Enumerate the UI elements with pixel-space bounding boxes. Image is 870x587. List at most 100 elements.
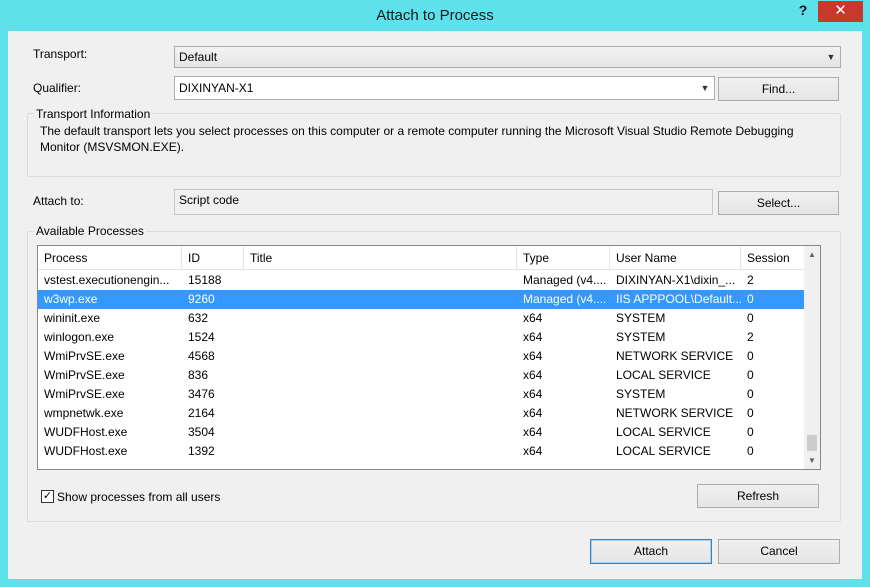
transport-dropdown[interactable]: Default ▼ — [174, 46, 841, 68]
cell-id: 3504 — [188, 425, 215, 439]
scrollbar-thumb[interactable] — [807, 435, 817, 451]
cell-session: 0 — [747, 311, 754, 325]
cell-id: 632 — [188, 311, 209, 325]
cell-id: 15188 — [188, 273, 222, 287]
cell-id: 4568 — [188, 349, 215, 363]
cell-process: wmpnetwk.exe — [44, 406, 124, 420]
cell-id: 836 — [188, 368, 209, 382]
cell-title — [244, 385, 517, 404]
cell-id: 3476 — [188, 387, 215, 401]
cell-process: vstest.executionengin... — [44, 273, 170, 287]
cell-type: x64 — [523, 368, 543, 382]
process-list-header: Process ID Title Type User Name Session — [38, 246, 805, 270]
attach-to-process-window: Attach to Process ? ✕ Transport: Default… — [0, 0, 870, 587]
cell-type: x64 — [523, 406, 543, 420]
table-row[interactable]: WmiPrvSE.exe 836 x64 LOCAL SERVICE 0 — [38, 366, 805, 385]
scroll-down-icon[interactable]: ▼ — [804, 452, 820, 469]
table-row[interactable]: WmiPrvSE.exe 3476 x64 SYSTEM 0 — [38, 385, 805, 404]
cell-user: DIXINYAN-X1\dixin_... — [616, 273, 736, 287]
cell-id: 1392 — [188, 444, 215, 458]
available-processes-title: Available Processes — [34, 224, 146, 238]
column-header-user[interactable]: User Name — [610, 246, 741, 270]
cell-session: 2 — [747, 330, 754, 344]
cell-session: 0 — [747, 368, 754, 382]
cell-id: 9260 — [188, 292, 215, 306]
table-row[interactable]: WUDFHost.exe 1392 x64 LOCAL SERVICE 0 — [38, 442, 805, 461]
help-icon[interactable]: ? — [793, 2, 813, 22]
table-row[interactable]: winlogon.exe 1524 x64 SYSTEM 2 — [38, 328, 805, 347]
cell-type: x64 — [523, 425, 543, 439]
table-row[interactable]: wmpnetwk.exe 2164 x64 NETWORK SERVICE 0 — [38, 404, 805, 423]
cell-process: wininit.exe — [44, 311, 101, 325]
cell-type: Managed (v4.... — [523, 273, 607, 287]
cell-user: LOCAL SERVICE — [616, 425, 711, 439]
refresh-button[interactable]: Refresh — [697, 484, 819, 508]
transport-info-title: Transport Information — [34, 107, 153, 121]
column-header-session[interactable]: Session — [741, 246, 805, 270]
transport-info-text: The default transport lets you select pr… — [40, 124, 794, 154]
table-row[interactable]: WmiPrvSE.exe 4568 x64 NETWORK SERVICE 0 — [38, 347, 805, 366]
cell-title — [244, 309, 517, 328]
column-header-process[interactable]: Process — [38, 246, 182, 270]
cell-user: NETWORK SERVICE — [616, 349, 734, 363]
cell-type: x64 — [523, 387, 543, 401]
window-title: Attach to Process — [376, 7, 494, 24]
cell-title — [244, 366, 517, 385]
cell-user: SYSTEM — [616, 387, 666, 401]
cell-user: NETWORK SERVICE — [616, 406, 734, 420]
select-button[interactable]: Select... — [718, 191, 839, 215]
close-icon[interactable]: ✕ — [818, 1, 863, 22]
chevron-down-icon: ▼ — [826, 52, 836, 62]
cell-user: SYSTEM — [616, 330, 666, 344]
cell-type: x64 — [523, 330, 543, 344]
attach-to-label: Attach to: — [33, 194, 84, 208]
table-row[interactable]: vstest.executionengin... 15188 Managed (v4… — [38, 271, 805, 290]
cell-session: 0 — [747, 444, 754, 458]
attach-button[interactable]: Attach — [590, 539, 712, 564]
cell-user: LOCAL SERVICE — [616, 368, 711, 382]
cell-type: x64 — [523, 311, 543, 325]
cell-session: 2 — [747, 273, 754, 287]
cancel-button[interactable]: Cancel — [718, 539, 840, 564]
cell-title — [244, 271, 517, 290]
table-row[interactable]: w3wp.exe 9260 Managed (v4.... IIS APPPOOL\D… — [38, 290, 805, 309]
cell-user: LOCAL SERVICE — [616, 444, 711, 458]
cell-title — [244, 290, 517, 309]
scroll-up-icon[interactable]: ▲ — [804, 246, 820, 263]
qualifier-label: Qualifier: — [33, 81, 82, 95]
title-bar[interactable]: Attach to Process ? ✕ — [0, 0, 870, 32]
vertical-scrollbar[interactable]: ▲ ▼ — [804, 246, 820, 469]
table-row[interactable]: wininit.exe 632 x64 SYSTEM 0 — [38, 309, 805, 328]
attach-to-field: Script code — [174, 189, 713, 215]
cell-type: Managed (v4.... — [523, 292, 607, 306]
cell-process: WmiPrvSE.exe — [44, 387, 125, 401]
cell-process: w3wp.exe — [44, 292, 98, 306]
cell-id: 2164 — [188, 406, 215, 420]
cell-id: 1524 — [188, 330, 215, 344]
qualifier-value: DIXINYAN-X1 — [179, 81, 254, 95]
cell-type: x64 — [523, 349, 543, 363]
cell-title — [244, 442, 517, 461]
cell-process: WUDFHost.exe — [44, 444, 128, 458]
cell-user: IIS APPPOOL\Default... — [616, 292, 741, 306]
cell-title — [244, 404, 517, 423]
cell-type: x64 — [523, 444, 543, 458]
process-list[interactable]: Process ID Title Type User Name Session vstes… — [37, 245, 821, 470]
transport-value: Default — [179, 50, 218, 64]
column-header-title[interactable]: Title — [244, 246, 517, 270]
cell-process: WUDFHost.exe — [44, 425, 128, 439]
qualifier-combobox[interactable]: DIXINYAN-X1 ▼ — [174, 76, 715, 100]
cell-title — [244, 347, 517, 366]
cell-process: WmiPrvSE.exe — [44, 368, 125, 382]
cell-title — [244, 328, 517, 347]
cell-session: 0 — [747, 387, 754, 401]
cell-session: 0 — [747, 425, 754, 439]
column-header-id[interactable]: ID — [182, 246, 244, 270]
cell-session: 0 — [747, 292, 754, 306]
chevron-down-icon[interactable]: ▼ — [700, 77, 710, 99]
column-header-type[interactable]: Type — [517, 246, 610, 270]
table-row[interactable]: WUDFHost.exe 3504 x64 LOCAL SERVICE 0 — [38, 423, 805, 442]
show-all-users-checkbox[interactable]: ✓ — [41, 490, 54, 503]
find-button[interactable]: Find... — [718, 77, 839, 101]
cell-session: 0 — [747, 406, 754, 420]
